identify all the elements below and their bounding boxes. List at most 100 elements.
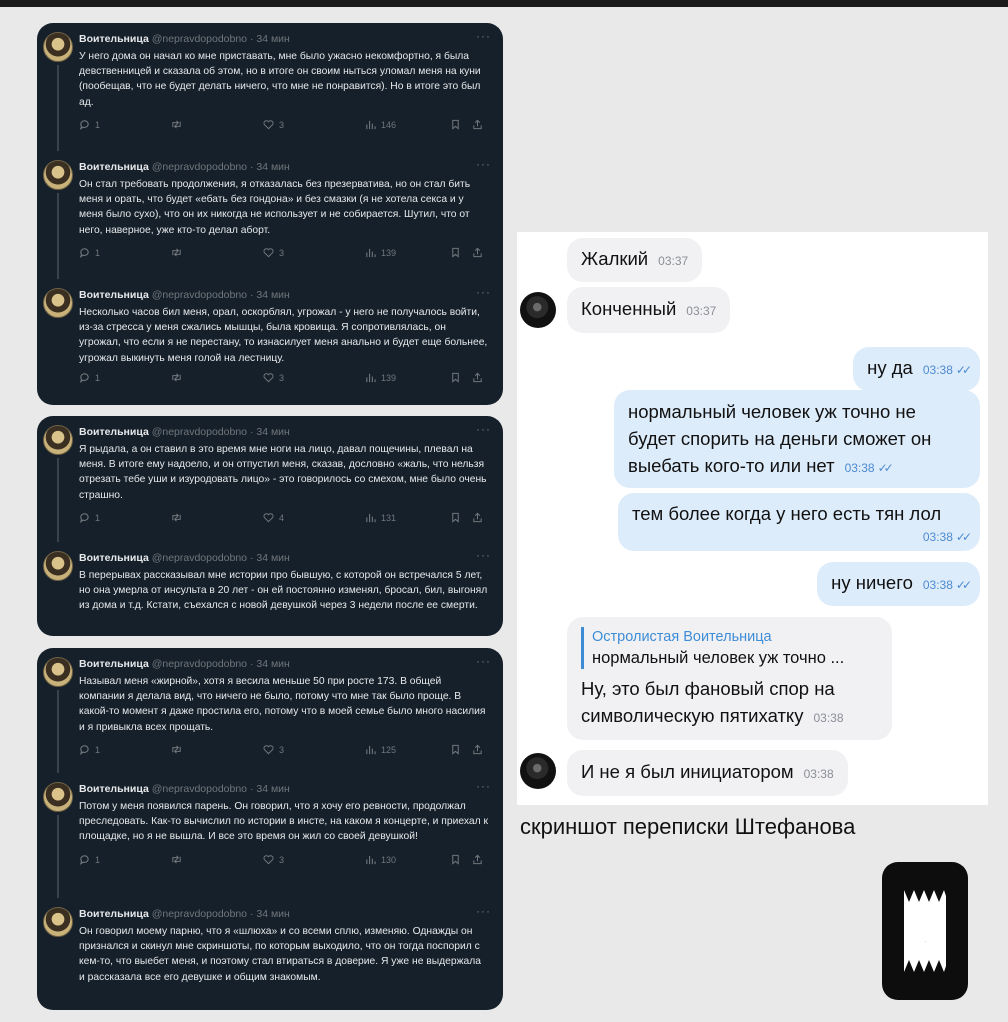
tweet[interactable]: Воительница @nepravdopodobno · 34 мин ··…	[37, 773, 503, 898]
author-handle[interactable]: @nepravdopodobno	[152, 783, 247, 795]
retweet-button[interactable]	[171, 744, 263, 755]
more-options-icon[interactable]: ···	[476, 548, 491, 562]
like-button[interactable]: 3	[263, 119, 365, 130]
retweet-button[interactable]	[171, 854, 263, 865]
reply-button[interactable]: 1	[79, 512, 171, 524]
views-button[interactable]: 130	[365, 854, 450, 865]
retweet-button[interactable]	[171, 512, 263, 523]
author-name[interactable]: Воительница	[79, 33, 149, 45]
author-handle[interactable]: @nepravdopodobno	[152, 908, 247, 920]
contact-avatar[interactable]	[520, 753, 556, 789]
author-name[interactable]: Воительница	[79, 658, 149, 670]
tweet[interactable]: Воительница @nepravdopodobno · 34 мин ··…	[37, 23, 503, 151]
tweet[interactable]: Воительница @nepravdopodobno · 34 мин ··…	[37, 151, 503, 279]
tweet[interactable]: Воительница @nepravdopodobno · 34 мин ··…	[37, 416, 503, 542]
heart-icon	[263, 119, 274, 130]
like-button[interactable]: 3	[263, 247, 365, 258]
tweet[interactable]: Воительница @nepravdopodobno · 34 мин ··…	[37, 898, 503, 1010]
author-handle[interactable]: @nepravdopodobno	[152, 33, 247, 45]
tweet-text: Он говорил моему парню, что я «шлюха» и …	[79, 926, 481, 983]
message-bubble[interactable]: И не я был инициатором 03:38	[567, 750, 848, 796]
author-name[interactable]: Воительница	[79, 908, 149, 920]
author-name[interactable]: Воительница	[79, 426, 149, 438]
share-button[interactable]	[472, 854, 483, 865]
bookmark-button[interactable]	[450, 119, 472, 131]
bookmark-button[interactable]	[450, 372, 472, 384]
retweet-icon	[171, 744, 182, 755]
avatar[interactable]	[43, 32, 73, 62]
bookmark-button[interactable]	[450, 744, 472, 756]
tweet-text: Несколько часов бил меня, орал, оскорбля…	[79, 307, 488, 364]
tweet[interactable]: Воительница @nepravdopodobno · 34 мин ··…	[37, 279, 503, 405]
author-handle[interactable]: @nepravdopodobno	[152, 289, 247, 301]
tweet-header: Воительница @nepravdopodobno · 34 мин	[79, 552, 489, 565]
more-options-icon[interactable]: ···	[476, 654, 491, 668]
message-bubble[interactable]: тем более когда у него есть тян лол 03:3…	[618, 493, 980, 551]
tweet[interactable]: Воительница @nepravdopodobno · 34 мин ··…	[37, 648, 503, 773]
retweet-button[interactable]	[171, 119, 263, 130]
more-options-icon[interactable]: ···	[476, 157, 491, 171]
retweet-icon	[171, 247, 182, 258]
retweet-button[interactable]	[171, 372, 263, 383]
message-bubble[interactable]: ну да 03:38 ✓✓	[853, 347, 980, 391]
avatar[interactable]	[43, 425, 73, 455]
author-handle[interactable]: @nepravdopodobno	[152, 552, 247, 564]
reply-button[interactable]: 1	[79, 854, 171, 866]
tweet-text: Я рыдала, а он ставил в это время мне но…	[79, 444, 487, 501]
views-button[interactable]: 139	[365, 372, 450, 383]
message-bubble[interactable]: нормальный человек уж точно не будет спо…	[614, 390, 980, 488]
share-button[interactable]	[472, 119, 483, 130]
share-button[interactable]	[472, 372, 483, 383]
views-button[interactable]: 139	[365, 247, 450, 258]
views-button[interactable]: 125	[365, 744, 450, 755]
avatar[interactable]	[43, 288, 73, 318]
reply-button[interactable]: 1	[79, 247, 171, 259]
tweet-text: Называл меня «жирной», хотя я весила мен…	[79, 676, 486, 733]
more-options-icon[interactable]: ···	[476, 285, 491, 299]
views-chart-icon	[365, 372, 376, 383]
views-button[interactable]: 146	[365, 119, 450, 130]
avatar[interactable]	[43, 907, 73, 937]
like-button[interactable]: 3	[263, 744, 365, 755]
author-handle[interactable]: @nepravdopodobno	[152, 658, 247, 670]
author-handle[interactable]: @nepravdopodobno	[152, 426, 247, 438]
avatar[interactable]	[43, 551, 73, 581]
more-options-icon[interactable]: ···	[476, 29, 491, 43]
like-button[interactable]: 3	[263, 372, 365, 383]
tweet-header: Воительница @nepravdopodobno · 34 мин	[79, 426, 489, 439]
avatar[interactable]	[43, 782, 73, 812]
share-button[interactable]	[472, 247, 483, 258]
contact-avatar[interactable]	[520, 292, 556, 328]
like-button[interactable]: 4	[263, 512, 365, 523]
author-handle[interactable]: @nepravdopodobno	[152, 161, 247, 173]
views-button[interactable]: 131	[365, 512, 450, 523]
message-bubble[interactable]: Конченный 03:37	[567, 287, 731, 333]
tweet[interactable]: Воительница @nepravdopodobno · 34 мин ··…	[37, 542, 503, 636]
bookmark-button[interactable]	[450, 512, 472, 524]
reply-count: 1	[95, 512, 101, 523]
bookmark-button[interactable]	[450, 247, 472, 259]
avatar[interactable]	[43, 160, 73, 190]
more-options-icon[interactable]: ···	[476, 779, 491, 793]
reply-button[interactable]: 1	[79, 372, 171, 384]
share-button[interactable]	[472, 512, 483, 523]
author-name[interactable]: Воительница	[79, 161, 149, 173]
author-name[interactable]: Воительница	[79, 289, 149, 301]
reply-button[interactable]: 1	[79, 119, 171, 131]
like-count: 4	[279, 512, 285, 523]
author-name[interactable]: Воительница	[79, 552, 149, 564]
share-button[interactable]	[472, 744, 483, 755]
more-options-icon[interactable]: ···	[476, 422, 491, 436]
message-bubble[interactable]: ну ничего 03:38 ✓✓	[817, 562, 980, 606]
bookmark-icon	[450, 372, 461, 384]
reply-button[interactable]: 1	[79, 744, 171, 756]
more-options-icon[interactable]: ···	[476, 904, 491, 918]
reply-quote[interactable]: Остролистая Воительница нормальный челов…	[581, 627, 878, 669]
retweet-button[interactable]	[171, 247, 263, 258]
like-button[interactable]: 3	[263, 854, 365, 865]
message-bubble[interactable]: Остролистая Воительница нормальный челов…	[567, 617, 892, 740]
author-name[interactable]: Воительница	[79, 783, 149, 795]
avatar[interactable]	[43, 657, 73, 687]
message-bubble[interactable]: Жалкий 03:37	[567, 238, 703, 282]
bookmark-button[interactable]	[450, 854, 472, 865]
